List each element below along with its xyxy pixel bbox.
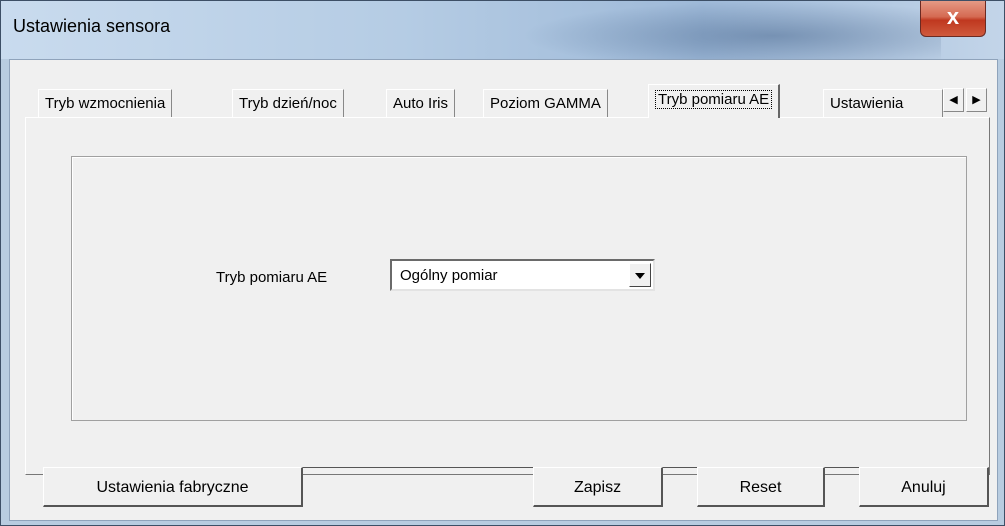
tab-panel xyxy=(25,117,990,475)
dialog-window: Ustawienia sensora x Tryb wzmocnienia Tr… xyxy=(0,0,1005,526)
button-separator-line xyxy=(823,467,859,468)
button-separator-line xyxy=(661,467,697,468)
tab-tryb-pomiaru-ae-label: Tryb pomiaru AE xyxy=(655,90,773,109)
close-button[interactable]: x xyxy=(920,1,986,37)
tab-scroll-right-icon[interactable]: ▶ xyxy=(966,88,987,112)
reset-button[interactable]: Reset xyxy=(697,467,825,507)
cancel-button[interactable]: Anuluj xyxy=(859,467,989,507)
button-separator-line xyxy=(301,467,533,468)
tab-tryb-dzien-noc[interactable]: Tryb dzień/noc xyxy=(232,89,344,117)
ae-mode-select-value: Ogólny pomiar xyxy=(400,267,498,284)
window-title: Ustawienia sensora xyxy=(13,16,171,36)
ae-mode-select[interactable]: Ogólny pomiar xyxy=(390,259,655,291)
tab-strip: Tryb wzmocnienia Tryb dzień/noc Auto Iri… xyxy=(10,60,997,118)
tab-scroll-arrows: ◀ ▶ xyxy=(943,88,989,112)
tab-scroll-left-icon[interactable]: ◀ xyxy=(943,88,964,112)
title-bar-glow xyxy=(521,1,941,59)
title-bar[interactable]: Ustawienia sensora x xyxy=(1,1,1004,59)
save-button[interactable]: Zapisz xyxy=(533,467,663,507)
tab-ustawienia[interactable]: Ustawienia xyxy=(823,89,943,117)
tab-auto-iris[interactable]: Auto Iris xyxy=(386,89,456,117)
tab-poziom-gamma[interactable]: Poziom GAMMA xyxy=(483,89,608,117)
tab-tryb-wzmocnienia[interactable]: Tryb wzmocnienia xyxy=(38,89,173,117)
ae-mode-label: Tryb pomiaru AE xyxy=(216,269,328,286)
tab-tryb-pomiaru-ae[interactable]: Tryb pomiaru AE xyxy=(648,84,781,118)
chevron-down-icon[interactable] xyxy=(629,263,651,287)
factory-settings-button[interactable]: Ustawienia fabryczne xyxy=(43,467,303,507)
